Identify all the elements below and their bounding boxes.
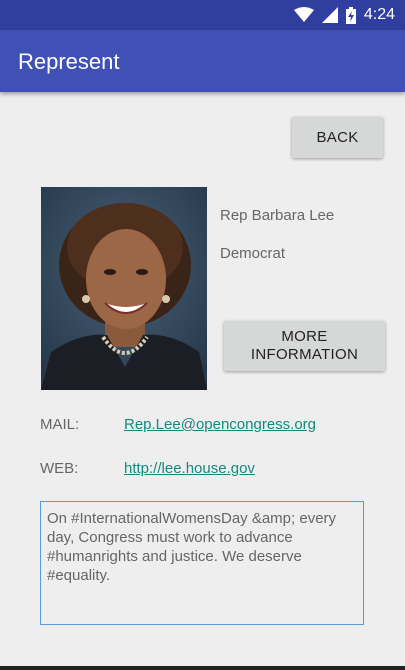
bottom-edge (0, 666, 405, 670)
app-title: Represent (18, 49, 120, 74)
battery-charging-icon (345, 6, 356, 24)
representative-name: Rep Barbara Lee (220, 207, 335, 224)
back-button[interactable]: BACK (292, 117, 383, 158)
mail-link[interactable]: Rep.Lee@opencongress.org (124, 416, 316, 433)
tweet-text-box[interactable]: On #InternationalWomensDay &amp; every d… (40, 501, 364, 625)
mail-label: MAIL: (40, 416, 80, 433)
more-information-button[interactable]: MORE INFORMATION (224, 321, 385, 371)
status-time: 4:24 (363, 6, 395, 23)
signal-icon (321, 7, 338, 23)
status-icons: 4:24 (293, 5, 395, 25)
app-bar: Represent (0, 30, 405, 92)
representative-party: Democrat (220, 245, 286, 262)
portrait-image (41, 187, 207, 390)
representative-photo (41, 187, 207, 390)
status-bar: 4:24 (0, 0, 405, 30)
web-link[interactable]: http://lee.house.gov (124, 460, 255, 477)
web-label: WEB: (40, 460, 79, 477)
wifi-icon (293, 7, 314, 22)
